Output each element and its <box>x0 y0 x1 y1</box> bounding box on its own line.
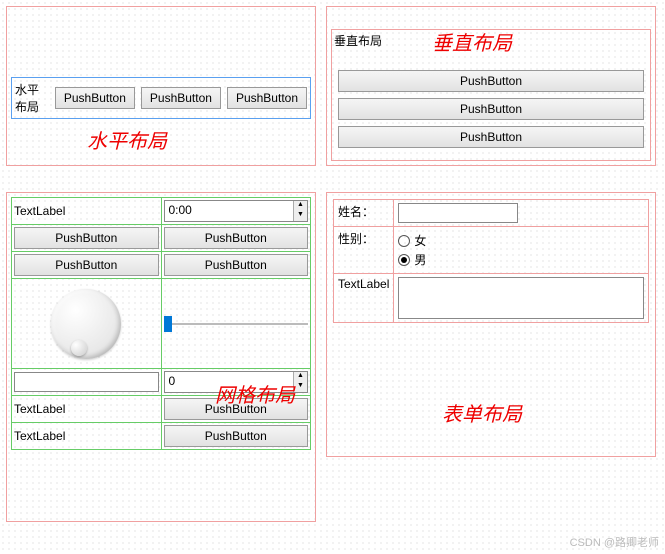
time-edit[interactable]: 0:00 ▲▼ <box>164 200 309 222</box>
grid-table: TextLabel 0:00 ▲▼ PushButton PushButton … <box>11 197 311 450</box>
radio-male-label: 男 <box>414 251 426 268</box>
time-up-icon[interactable]: ▲ <box>294 201 307 211</box>
name-label: 姓名： <box>338 205 374 219</box>
watermark: CSDN @路卿老师 <box>570 534 659 550</box>
hbox-container: 水平布局 PushButton PushButton PushButton <box>11 77 311 119</box>
hbox-annotation: 水平布局 <box>87 125 167 154</box>
vbox-container: 垂直布局 PushButton PushButton PushButton <box>331 29 651 161</box>
spin-down-icon[interactable]: ▼ <box>294 382 307 392</box>
slider-track <box>164 323 309 325</box>
spinbox-value: 0 <box>165 372 294 392</box>
grid-textlabel-2: TextLabel <box>14 402 65 416</box>
grid-button-1[interactable]: PushButton <box>14 227 159 249</box>
hbox-button-2[interactable]: PushButton <box>141 87 221 109</box>
form-table: 姓名： 性别： 女 男 TextLabel <box>333 199 649 323</box>
form-annotation: 表单布局 <box>442 398 522 427</box>
horizontal-layout-panel: 水平布局 PushButton PushButton PushButton 水平… <box>6 6 316 166</box>
grid-button-4[interactable]: PushButton <box>164 254 309 276</box>
vbox-button-3[interactable]: PushButton <box>338 126 644 148</box>
spin-up-icon[interactable]: ▲ <box>294 372 307 382</box>
grid-textlabel-1: TextLabel <box>14 204 65 218</box>
grid-button-2[interactable]: PushButton <box>164 227 309 249</box>
hbox-button-1[interactable]: PushButton <box>55 87 135 109</box>
form-textlabel: TextLabel <box>338 277 389 291</box>
gender-label: 性别： <box>338 232 374 246</box>
radio-female-wrap[interactable]: 女 <box>398 232 644 249</box>
time-down-icon[interactable]: ▼ <box>294 211 307 221</box>
vbox-label: 垂直布局 <box>334 32 382 49</box>
grid-layout-panel: TextLabel 0:00 ▲▼ PushButton PushButton … <box>6 192 316 522</box>
hbox-label: 水平布局 <box>15 81 49 115</box>
form-textarea[interactable] <box>398 277 644 319</box>
slider-widget[interactable] <box>164 314 309 334</box>
dial-widget[interactable] <box>51 289 121 359</box>
grid-lineedit[interactable] <box>14 372 159 392</box>
grid-button-3[interactable]: PushButton <box>14 254 159 276</box>
time-edit-value: 0:00 <box>165 201 294 221</box>
radio-male[interactable] <box>398 254 410 266</box>
spinbox[interactable]: 0 ▲▼ <box>164 371 309 393</box>
slider-thumb[interactable] <box>164 316 172 332</box>
grid-textlabel-3: TextLabel <box>14 429 65 443</box>
grid-button-6[interactable]: PushButton <box>164 425 309 447</box>
radio-female[interactable] <box>398 235 410 247</box>
vbox-button-1[interactable]: PushButton <box>338 70 644 92</box>
radio-female-label: 女 <box>414 232 426 249</box>
vbox-button-2[interactable]: PushButton <box>338 98 644 120</box>
hbox-button-3[interactable]: PushButton <box>227 87 307 109</box>
radio-male-wrap[interactable]: 男 <box>398 251 644 268</box>
grid-button-5[interactable]: PushButton <box>164 398 309 420</box>
vertical-layout-panel: 垂直布局 PushButton PushButton PushButton 垂直… <box>326 6 656 166</box>
name-input[interactable] <box>398 203 518 223</box>
form-layout-panel: 姓名： 性别： 女 男 TextLabel 表单布局 <box>326 192 656 457</box>
